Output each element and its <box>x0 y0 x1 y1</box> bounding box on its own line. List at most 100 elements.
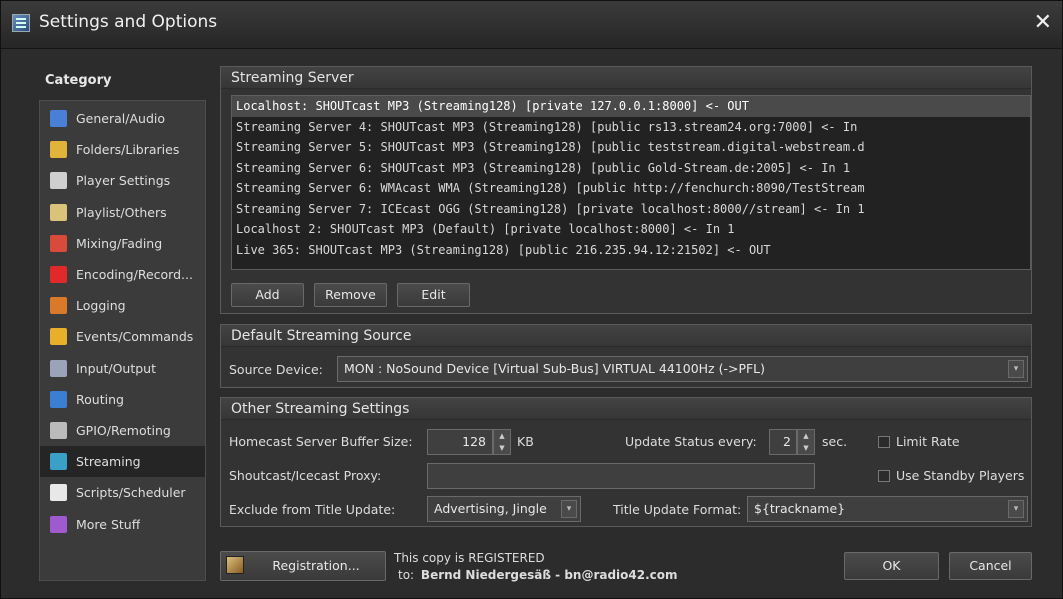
cancel-button[interactable]: Cancel <box>949 552 1032 580</box>
sidebar-item-label: Encoding/Record... <box>76 267 193 282</box>
default-source-panel: Default Streaming Source Source Device: … <box>220 324 1032 388</box>
buffer-size-input[interactable]: 128 <box>427 429 493 455</box>
title-bar[interactable]: Settings and Options ✕ <box>1 1 1062 49</box>
sidebar-item-label: More Stuff <box>76 516 141 532</box>
sidebar-item-scripts-scheduler[interactable]: Scripts/Scheduler <box>40 477 205 508</box>
buffer-size-label: Homecast Server Buffer Size: <box>229 434 413 449</box>
sidebar-item-label: Folders/Libraries <box>76 142 180 158</box>
settings-window: Settings and Options ✕ Category General/… <box>0 0 1063 599</box>
sidebar-item-streaming[interactable]: Streaming <box>40 446 205 478</box>
exclude-value: Advertising, Jingle <box>434 501 547 516</box>
sidebar-item-label: Logging <box>76 298 126 314</box>
buffer-size-stepper[interactable]: ▲ ▼ <box>493 429 511 455</box>
server-row[interactable]: Streaming Server 4: SHOUTcast MP3 (Strea… <box>232 117 1030 138</box>
registered-user: Bernd Niedergesäß - bn@radio42.com <box>420 568 678 582</box>
sidebar-item-events-commands[interactable]: Events/Commands <box>40 321 205 352</box>
server-row[interactable]: Live 365: SHOUTcast MP3 (Streaming128) [… <box>232 240 1030 261</box>
standby-label: Use Standby Players <box>896 468 1025 483</box>
routing-icon <box>50 390 67 408</box>
registered-to: to: Bernd Niedergesäß - bn@radio42.com <box>398 568 678 582</box>
record-icon <box>50 266 67 283</box>
registration-icon <box>226 556 244 574</box>
sidebar-item-label: GPIO/Remoting <box>76 423 171 438</box>
category-heading: Category <box>45 73 112 88</box>
ok-button[interactable]: OK <box>844 552 939 580</box>
sidebar-item-label: Input/Output <box>76 360 156 376</box>
proxy-input[interactable] <box>427 463 815 489</box>
source-device-value: MON : NoSound Device [Virtual Sub-Bus] V… <box>344 361 766 376</box>
music-note-icon <box>50 110 67 127</box>
sidebar-item-mixing-fading[interactable]: Mixing/Fading <box>40 228 205 259</box>
update-status-stepper[interactable]: ▲ ▼ <box>797 429 815 455</box>
sidebar-item-label: General/Audio <box>76 111 166 126</box>
sidebar-item-player-settings[interactable]: Player Settings <box>40 165 205 196</box>
sidebar-item-label: Streaming <box>76 454 141 470</box>
sidebar-item-label: Events/Commands <box>76 329 194 345</box>
mixing-icon <box>50 234 67 252</box>
player-icon <box>50 172 67 190</box>
app-icon <box>12 14 30 32</box>
server-row[interactable]: Streaming Server 6: SHOUTcast MP3 (Strea… <box>232 158 1030 179</box>
standby-checkbox[interactable] <box>878 470 890 482</box>
sidebar-item-logging[interactable]: Logging <box>40 290 205 321</box>
sidebar-item-gpio-remoting[interactable]: GPIO/Remoting <box>40 415 205 446</box>
sidebar-item-label: Scripts/Scheduler <box>76 485 186 501</box>
registered-status: This copy is REGISTERED <box>394 551 545 565</box>
chevron-down-icon[interactable]: ▾ <box>1008 500 1024 518</box>
buffer-unit-label: KB <box>517 434 534 449</box>
registered-to-label: to: <box>398 568 415 582</box>
exclude-select[interactable]: Advertising, Jingle ▾ <box>427 496 581 522</box>
streaming-icon <box>50 453 67 471</box>
sidebar-item-general-audio[interactable]: General/Audio <box>40 103 205 134</box>
input-output-icon <box>50 359 67 377</box>
exclude-label: Exclude from Title Update: <box>229 502 396 517</box>
server-row[interactable]: Localhost: SHOUTcast MP3 (Streaming128) … <box>232 96 1030 117</box>
sidebar-item-playlist-others[interactable]: Playlist/Others <box>40 197 205 228</box>
title-format-select[interactable]: ${trackname} ▾ <box>747 496 1028 522</box>
default-source-heading: Default Streaming Source <box>221 325 1031 347</box>
streaming-server-heading: Streaming Server <box>221 67 1031 89</box>
other-settings-heading: Other Streaming Settings <box>221 398 1031 420</box>
sidebar-item-folders-libraries[interactable]: Folders/Libraries <box>40 134 205 165</box>
sidebar-item-more-stuff[interactable]: More Stuff <box>40 509 205 540</box>
lightning-icon <box>50 328 67 346</box>
server-row[interactable]: Streaming Server 6: WMAcast WMA (Streami… <box>232 178 1030 199</box>
other-settings-panel: Other Streaming Settings Homecast Server… <box>220 397 1032 527</box>
limit-rate-checkbox[interactable] <box>878 436 890 448</box>
folder-icon <box>50 141 67 159</box>
sidebar-item-label: Player Settings <box>76 173 171 189</box>
server-row[interactable]: Streaming Server 5: SHOUTcast MP3 (Strea… <box>232 137 1030 158</box>
playlist-icon <box>50 203 67 221</box>
sidebar-item-encoding-record[interactable]: Encoding/Record... <box>40 259 205 290</box>
server-list[interactable]: Localhost: SHOUTcast MP3 (Streaming128) … <box>231 95 1031 270</box>
update-status-input[interactable]: 2 <box>769 429 797 455</box>
close-icon[interactable]: ✕ <box>1034 10 1052 35</box>
update-unit-label: sec. <box>822 434 848 449</box>
server-row[interactable]: Localhost 2: SHOUTcast MP3 (Default) [pr… <box>232 219 1030 240</box>
edit-button[interactable]: Edit <box>397 283 470 307</box>
remove-button[interactable]: Remove <box>314 283 387 307</box>
title-format-label: Title Update Format: <box>613 502 742 517</box>
streaming-server-panel: Streaming Server Localhost: SHOUTcast MP… <box>220 66 1032 314</box>
sidebar-item-label: Routing <box>76 391 124 407</box>
logging-icon <box>50 297 67 315</box>
sidebar-item-input-output[interactable]: Input/Output <box>40 353 205 384</box>
proxy-label: Shoutcast/Icecast Proxy: <box>229 468 382 483</box>
registration-button[interactable]: Registration... <box>220 551 386 581</box>
server-row[interactable]: Streaming Server 7: ICEcast OGG (Streami… <box>232 199 1030 220</box>
window-title: Settings and Options <box>39 12 218 32</box>
add-button[interactable]: Add <box>231 283 304 307</box>
registration-label: Registration... <box>272 558 360 573</box>
category-list: General/Audio Folders/Libraries Player Set… <box>39 100 206 581</box>
more-stuff-icon <box>50 515 67 533</box>
chevron-down-icon[interactable]: ▾ <box>1008 360 1024 378</box>
chevron-down-icon[interactable]: ▾ <box>561 500 577 518</box>
limit-rate-label: Limit Rate <box>896 434 960 449</box>
sidebar-item-label: Playlist/Others <box>76 204 167 220</box>
title-format-value: ${trackname} <box>754 501 846 516</box>
sidebar-item-label: Mixing/Fading <box>76 235 163 251</box>
source-device-select[interactable]: MON : NoSound Device [Virtual Sub-Bus] V… <box>337 356 1028 382</box>
source-device-label: Source Device: <box>229 362 323 377</box>
sidebar-item-routing[interactable]: Routing <box>40 384 205 415</box>
update-status-label: Update Status every: <box>625 434 757 449</box>
